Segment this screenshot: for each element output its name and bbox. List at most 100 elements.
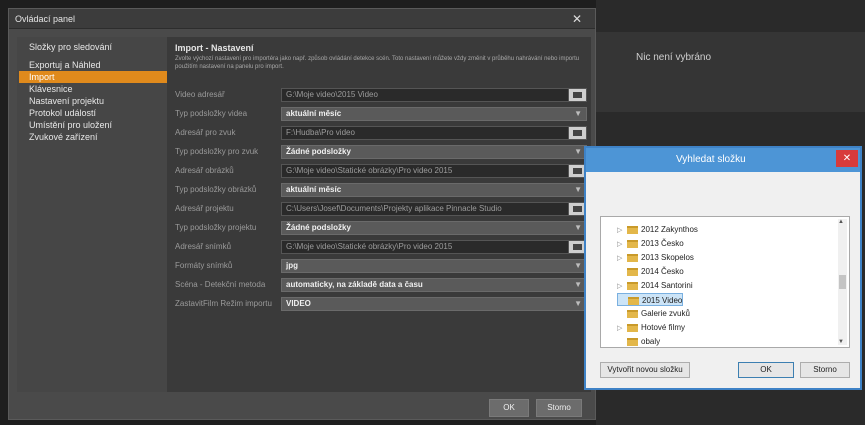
sidebar-item[interactable]: Nastavení projektu — [19, 95, 167, 107]
path-input[interactable]: G:\Moje video\Statické obrázky\Pro video… — [281, 240, 587, 254]
folder-name: 2014 Santorini — [641, 281, 693, 290]
folder-icon — [573, 130, 582, 136]
control-panel-dialog: Ovládací panel ✕ Složky pro sledování Exp… — [8, 8, 596, 420]
path-value: C:\Users\Josef\Documents\Projekty aplika… — [286, 204, 502, 213]
select-value: VIDEO — [286, 299, 311, 308]
browse-folder-icon[interactable] — [568, 127, 586, 139]
folder-name: 2013 Česko — [641, 239, 684, 248]
sidebar-item[interactable]: Umístění pro uložení — [19, 119, 167, 131]
field-label: ZastavitFilm Režim importu — [175, 299, 272, 308]
chevron-down-icon: ▼ — [574, 261, 582, 270]
expand-arrow-icon[interactable]: ▷ — [617, 238, 627, 251]
folder-icon — [628, 296, 639, 305]
folder-tree-item[interactable]: 2015 Video — [617, 293, 684, 306]
path-input[interactable]: F:\Hudba\Pro video — [281, 126, 587, 140]
dialog-title: Ovládací panel — [15, 14, 76, 24]
folder-name: 2013 Skopelos — [641, 253, 694, 262]
settings-panel: Import - Nastavení Zvolte výchozí nastav… — [167, 37, 591, 392]
chevron-down-icon: ▼ — [574, 223, 582, 232]
scroll-up-icon[interactable]: ▲ — [838, 219, 844, 225]
folder-icon — [573, 206, 582, 212]
close-icon[interactable]: ✕ — [563, 11, 591, 27]
expand-arrow-icon[interactable]: ▷ — [617, 322, 627, 335]
folder-tree-item[interactable]: ▷ 2014 Santorini — [617, 279, 693, 292]
sidebar-item[interactable]: Exportuj a Náhled — [19, 59, 167, 71]
folder-name: 2014 Česko — [641, 267, 684, 276]
folder-icon — [627, 239, 638, 248]
path-input[interactable]: G:\Moje video\2015 Video — [281, 88, 587, 102]
chevron-down-icon: ▼ — [574, 299, 582, 308]
sidebar-item[interactable]: Protokol událostí — [19, 107, 167, 119]
panel-description: Zvolte výchozí nastavení pro importéra j… — [175, 56, 580, 70]
folder-tree-item[interactable]: ▷ 2012 Zakynthos — [617, 223, 698, 236]
sidebar-item[interactable]: Složky pro sledování — [19, 41, 167, 53]
folder-tree[interactable]: ▲ ▼ ▷ 2012 Zakynthos ▷ 2013 Česko ▷ 2013 Skop… — [600, 216, 850, 348]
cancel-button[interactable]: Storno — [536, 399, 582, 417]
browse-folder-icon[interactable] — [568, 89, 586, 101]
field-label: Adresář snímků — [175, 242, 232, 251]
sidebar: Složky pro sledování Exportuj a Náhled Imp… — [17, 37, 167, 392]
field-label: Typ podsložky obrázků — [175, 185, 257, 194]
field-label: Adresář pro zvuk — [175, 128, 236, 137]
scroll-down-icon[interactable]: ▼ — [838, 339, 844, 345]
folder-name: obaly — [641, 337, 661, 346]
background-info-strip — [596, 32, 865, 112]
scrollbar[interactable]: ▲ ▼ — [838, 219, 847, 345]
expand-arrow-icon[interactable]: ▷ — [617, 252, 627, 265]
expand-arrow-icon[interactable]: ▷ — [617, 280, 627, 293]
path-value: F:\Hudba\Pro video — [286, 128, 355, 137]
field-label: Formáty snímků — [175, 261, 233, 270]
folder-icon — [573, 168, 582, 174]
dropdown-select[interactable]: aktuální měsíc ▼ — [281, 183, 587, 197]
dropdown-select[interactable]: aktuální měsíc ▼ — [281, 107, 587, 121]
chevron-down-icon: ▼ — [574, 109, 582, 118]
scroll-thumb[interactable] — [839, 275, 846, 289]
ok-button[interactable]: OK — [489, 399, 529, 417]
sidebar-item[interactable]: Klávesnice — [19, 83, 167, 95]
field-label: Typ podsložky videa — [175, 109, 248, 118]
path-input[interactable]: G:\Moje video\Statické obrázky\Pro video… — [281, 164, 587, 178]
dropdown-select[interactable]: jpg ▼ — [281, 259, 587, 273]
dropdown-select[interactable]: VIDEO ▼ — [281, 297, 587, 311]
sidebar-item[interactable]: Import — [19, 71, 167, 83]
path-value: G:\Moje video\2015 Video — [286, 90, 378, 99]
folder-tree-item[interactable]: ▷ 2013 Skopelos — [617, 251, 694, 264]
folder-icon — [627, 267, 638, 276]
dropdown-select[interactable]: Žádné podsložky ▼ — [281, 221, 587, 235]
folder-tree-item[interactable]: obaly — [617, 335, 661, 347]
folder-cancel-button[interactable]: Storno — [800, 362, 850, 378]
field-label: Video adresář — [175, 90, 225, 99]
dialog-titlebar: Ovládací panel ✕ — [9, 9, 595, 29]
folder-tree-item[interactable]: ▷ 2013 Česko — [617, 237, 684, 250]
chevron-down-icon: ▼ — [574, 280, 582, 289]
dropdown-select[interactable]: automaticky, na základě data a času ▼ — [281, 278, 587, 292]
folder-icon — [627, 253, 638, 262]
folder-tree-item[interactable]: ▷ Hotové filmy — [617, 321, 685, 334]
new-folder-button[interactable]: Vytvořit novou složku — [600, 362, 690, 378]
path-value: G:\Moje video\Statické obrázky\Pro video… — [286, 242, 453, 251]
sidebar-item[interactable]: Zvukové zařízení — [19, 131, 167, 143]
panel-title: Import - Nastavení — [175, 43, 254, 53]
field-label: Typ podsložky projektu — [175, 223, 257, 232]
expand-arrow-icon[interactable]: ▷ — [617, 224, 627, 237]
field-label: Adresář projektu — [175, 204, 234, 213]
folder-icon — [627, 225, 638, 234]
field-label: Typ podsložky pro zvuk — [175, 147, 259, 156]
field-label: Scéna - Detekční metoda — [175, 280, 266, 289]
path-value: G:\Moje video\Statické obrázky\Pro video… — [286, 166, 453, 175]
folder-ok-button[interactable]: OK — [738, 362, 794, 378]
folder-tree-item[interactable]: 2014 Česko — [617, 265, 684, 278]
chevron-down-icon: ▼ — [574, 147, 582, 156]
select-value: Žádné podsložky — [286, 223, 351, 232]
dropdown-select[interactable]: Žádné podsložky ▼ — [281, 145, 587, 159]
close-icon[interactable]: ✕ — [836, 150, 858, 167]
select-value: automaticky, na základě data a času — [286, 280, 423, 289]
chevron-down-icon: ▼ — [574, 185, 582, 194]
folder-name: 2015 Video — [642, 296, 683, 305]
select-value: aktuální měsíc — [286, 109, 342, 118]
folder-icon — [573, 244, 582, 250]
nothing-selected-label: Nic není vybráno — [636, 52, 712, 63]
folder-name: Hotové filmy — [641, 323, 686, 332]
path-input[interactable]: C:\Users\Josef\Documents\Projekty aplika… — [281, 202, 587, 216]
folder-tree-item[interactable]: Galerie zvuků — [617, 307, 690, 320]
